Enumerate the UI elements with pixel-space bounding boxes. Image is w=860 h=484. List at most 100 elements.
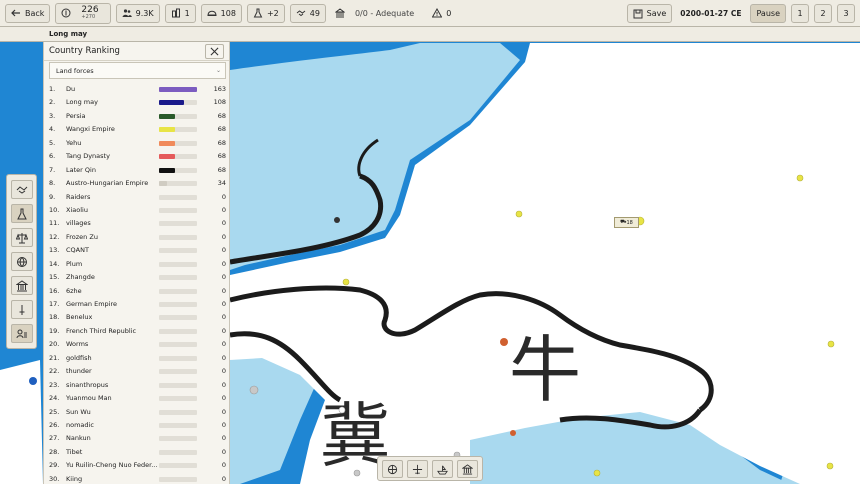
close-button[interactable] — [205, 44, 224, 59]
ranking-value: 0 — [221, 461, 226, 470]
ranking-value: 0 — [221, 353, 226, 362]
diplomacy-button[interactable]: 49 — [289, 3, 326, 23]
ranking-country-name: Yehu — [66, 138, 82, 147]
ranking-row[interactable]: 24. Yuanmou Man 0 — [44, 392, 229, 405]
ranking-row[interactable]: 7. Later Qin 68 — [44, 164, 229, 177]
pause-button[interactable]: Pause — [750, 4, 786, 23]
ranking-value: 0 — [221, 246, 226, 255]
ranking-row[interactable]: 8. Austro-Hungarian Empire 34 — [44, 177, 229, 190]
ranking-row[interactable]: 13. CQANT 0 — [44, 244, 229, 257]
back-button[interactable]: Back — [5, 3, 51, 23]
ranking-value: 0 — [221, 420, 226, 429]
ranking-value: 0 — [221, 205, 226, 214]
ranking-bar-track — [159, 221, 197, 227]
left-toolbar — [6, 174, 37, 349]
ranking-value: 0 — [221, 273, 226, 282]
ranking-country-name: Raiders — [66, 192, 91, 201]
military-tool-button[interactable] — [11, 300, 33, 319]
ranking-row[interactable]: 5. Yehu 68 — [44, 137, 229, 150]
ranking-row[interactable]: 15. Zhangde 0 — [44, 271, 229, 284]
ranking-row[interactable]: 28. Tibet 0 — [44, 446, 229, 459]
ranking-value: 0 — [221, 259, 226, 268]
crowd-icon — [171, 8, 180, 18]
diplomacy-tool-button[interactable] — [11, 180, 33, 199]
ranking-country-name: Kiing — [66, 474, 83, 483]
ranking-row[interactable]: 10. Xiaoliu 0 — [44, 204, 229, 217]
ranking-country-name: Xiaoliu — [66, 205, 88, 214]
save-label: Save — [646, 9, 667, 18]
ranking-rank: 26. — [49, 420, 60, 429]
ranking-rank: 8. — [49, 179, 56, 188]
ranking-bar-track — [159, 342, 197, 348]
ranking-bar-fill — [159, 100, 185, 106]
economy-tool-button[interactable] — [11, 276, 33, 295]
trade-tool-button[interactable] — [11, 228, 33, 247]
person-list-icon — [16, 329, 27, 338]
population-button[interactable]: 1 — [164, 3, 196, 23]
forces-button[interactable]: 108 — [200, 3, 242, 23]
ranking-row[interactable]: 19. French Third Republic 0 — [44, 325, 229, 338]
ranking-rank: 29. — [49, 461, 60, 470]
land-view-button[interactable] — [382, 460, 403, 478]
ranking-row[interactable]: 17. German Empire 0 — [44, 298, 229, 311]
naval-view-button[interactable] — [432, 460, 453, 478]
ranking-row[interactable]: 26. nomadic 0 — [44, 419, 229, 432]
ranking-rank: 19. — [49, 326, 60, 335]
back-arrow-icon — [11, 9, 20, 17]
building-view-button[interactable] — [457, 460, 478, 478]
ranking-row[interactable]: 29. Yu Ruilin-Cheng Nuo Feder... 0 — [44, 459, 229, 472]
ranking-bar-track — [159, 113, 197, 119]
ranking-bar-track — [159, 140, 197, 146]
current-country-name[interactable]: Long may — [49, 30, 87, 38]
ranking-rank: 28. — [49, 447, 60, 456]
ranking-rank: 22. — [49, 367, 60, 376]
people-tool-button[interactable] — [11, 324, 33, 343]
ranking-row[interactable]: 27. Nankun 0 — [44, 432, 229, 445]
close-icon — [210, 47, 219, 56]
ranking-row[interactable]: 18. Benelux 0 — [44, 311, 229, 324]
ranking-row[interactable]: 1. Du 163 — [44, 83, 229, 96]
ranking-country-name: goldfish — [66, 353, 92, 362]
ranking-row[interactable]: 22. thunder 0 — [44, 365, 229, 378]
ranking-row[interactable]: 12. Frozen Zu 0 — [44, 231, 229, 244]
research-tool-button[interactable] — [11, 204, 33, 223]
manpower-button[interactable]: 9.3K — [115, 3, 160, 23]
supply-status: 0/0 - Adequate — [334, 8, 414, 18]
ranking-row[interactable]: 30. Kiing 0 — [44, 473, 229, 484]
ranking-country-name: Frozen Zu — [66, 232, 98, 241]
ranking-bar-track — [159, 449, 197, 455]
ranking-row[interactable]: 25. Sun Wu 0 — [44, 406, 229, 419]
ranking-value: 34 — [217, 179, 226, 188]
save-button[interactable]: Save — [626, 4, 673, 23]
research-button[interactable]: +2 — [246, 3, 285, 23]
air-view-button[interactable] — [407, 460, 428, 478]
ranking-value: 0 — [221, 326, 226, 335]
ranking-row[interactable]: 20. Worms 0 — [44, 338, 229, 351]
ranking-row[interactable]: 6. Tang Dynasty 68 — [44, 150, 229, 163]
chevron-down-icon: ⌄ — [215, 67, 221, 74]
ranking-bar-track — [159, 100, 197, 106]
ranking-row[interactable]: 21. goldfish 0 — [44, 352, 229, 365]
speed-3-button[interactable]: 3 — [837, 4, 855, 23]
speed-1-button[interactable]: 1 — [791, 4, 809, 23]
ranking-rank: 27. — [49, 434, 60, 443]
unit-marker[interactable]: ⛟ 18 — [614, 217, 639, 228]
warnings-indicator[interactable]: 0 — [432, 8, 451, 18]
ranking-row[interactable]: 9. Raiders 0 — [44, 191, 229, 204]
metric-select[interactable]: Land forces ⌄ — [49, 62, 226, 79]
ranking-row[interactable]: 23. sinanthropus 0 — [44, 379, 229, 392]
ranking-row[interactable]: 14. Plum 0 — [44, 258, 229, 271]
treasury-button[interactable]: 226 +270 — [55, 2, 111, 24]
ranking-row[interactable]: 16. 6zhe 0 — [44, 285, 229, 298]
treasury-income: +270 — [81, 14, 96, 20]
world-tool-button[interactable] — [11, 252, 33, 271]
ranking-row[interactable]: 2. Long may 108 — [44, 96, 229, 109]
ranking-value: 0 — [221, 407, 226, 416]
ranking-row[interactable]: 3. Persia 68 — [44, 110, 229, 123]
ranking-value: 0 — [221, 219, 226, 228]
ranking-row[interactable]: 11. villages 0 — [44, 217, 229, 230]
ranking-row[interactable]: 4. Wangxi Empire 68 — [44, 123, 229, 136]
ranking-bar-track — [159, 248, 197, 254]
bank-icon — [16, 279, 28, 291]
speed-2-button[interactable]: 2 — [814, 4, 832, 23]
